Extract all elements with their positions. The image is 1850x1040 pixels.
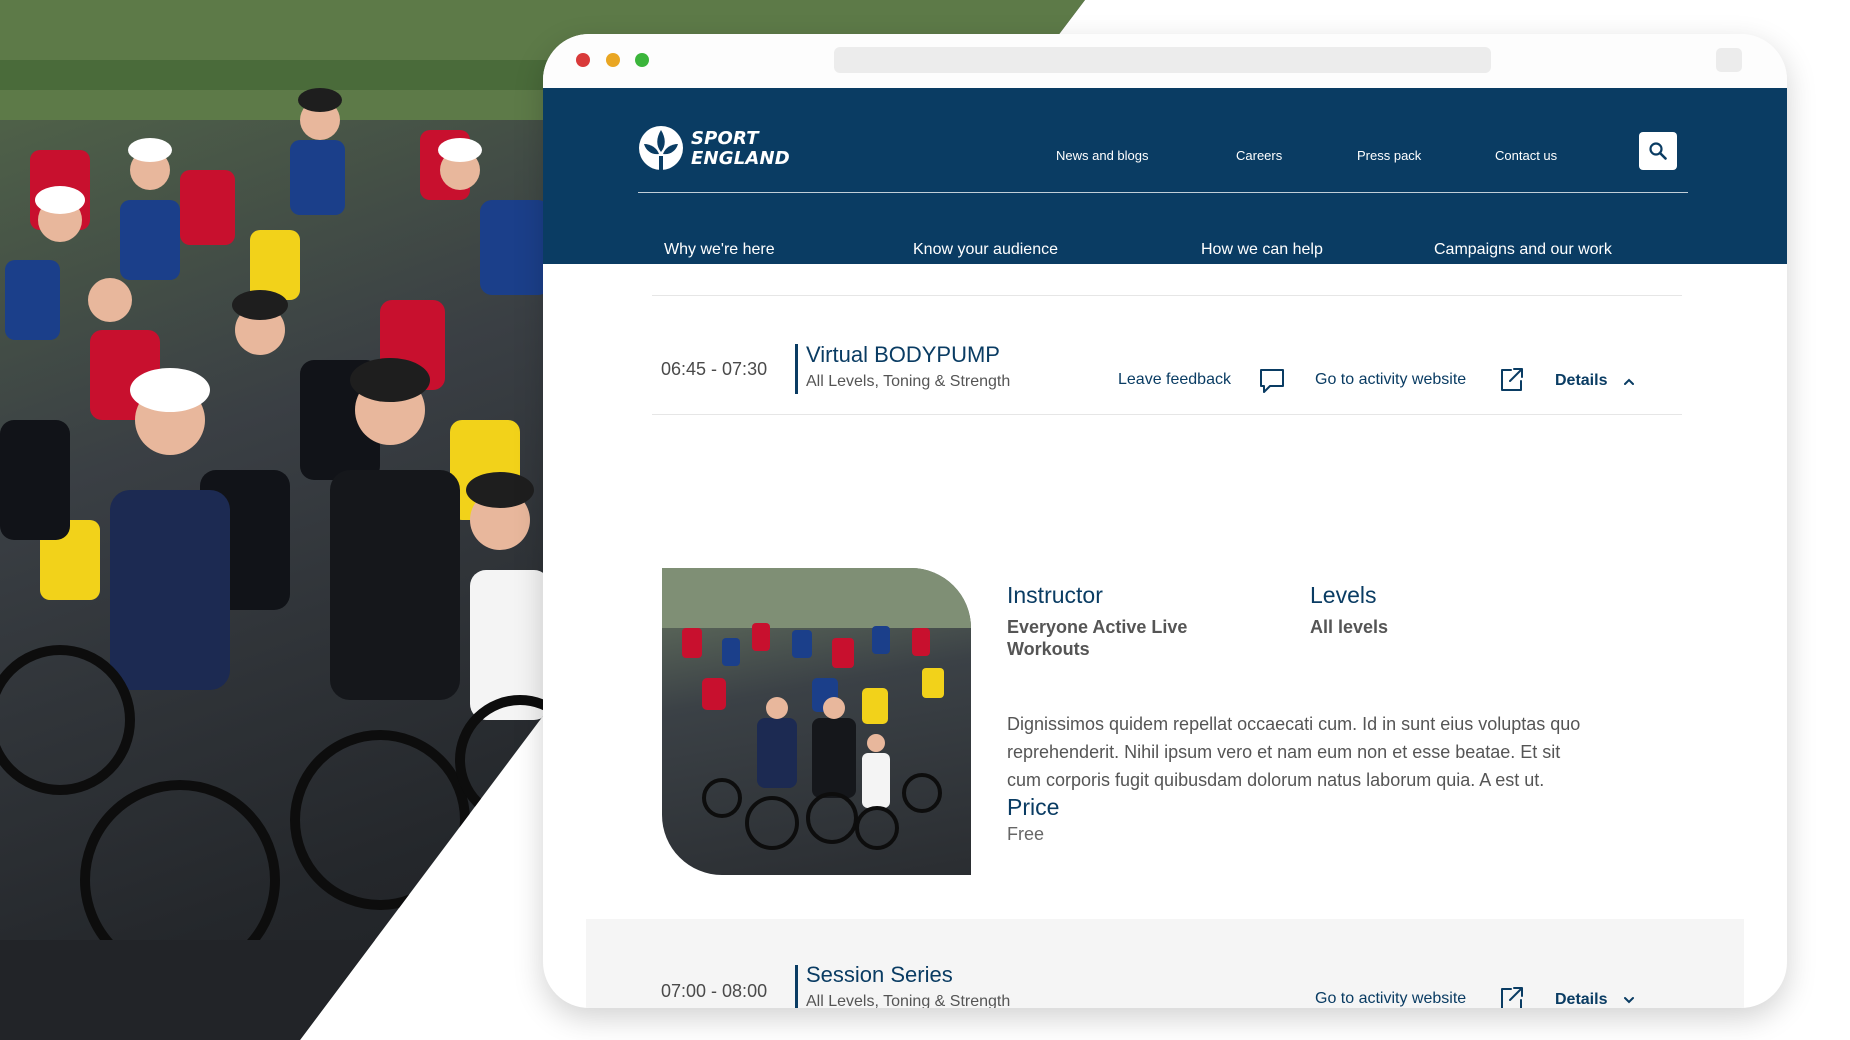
utility-link-careers[interactable]: Careers [1236,148,1282,163]
address-bar[interactable] [834,47,1491,73]
session-time: 07:00 - 08:00 [661,981,768,1001]
timetable-content: 06:45 - 07:30 Virtual BODYPUMP All Level… [543,264,1787,1008]
logo-wordmark: SPORT ENGLAND [691,129,790,169]
session-description: Dignissimos quidem repellat occaecati cu… [1007,714,1581,790]
window-maximize-dot[interactable] [635,53,649,67]
chevron-up-icon[interactable] [1624,378,1634,386]
levels-value: All levels [1310,617,1389,637]
session-subtitle: All Levels, Toning & Strength [806,993,1011,1008]
main-nav-campaigns[interactable]: Campaigns and our work [1434,241,1612,259]
row-divider [652,414,1682,415]
leave-feedback-link[interactable]: Leave feedback [1118,371,1231,389]
session-accent-bar [795,965,798,1008]
main-nav-why-were-here[interactable]: Why we're here [664,241,775,259]
search-button[interactable] [1639,132,1677,170]
price-label: Price [1007,794,1060,820]
window-minimize-dot[interactable] [606,53,620,67]
session-row: 07:00 - 08:00 Session Series All Levels,… [586,919,1744,1008]
utility-link-press-pack[interactable]: Press pack [1357,148,1421,163]
search-icon [1649,142,1667,160]
price-value: Free [1007,824,1045,844]
window-close-dot[interactable] [576,53,590,67]
utility-link-contact[interactable]: Contact us [1495,148,1557,163]
session-title: Session Series [806,962,953,987]
instructor-label: Instructor [1007,582,1103,608]
utility-link-news[interactable]: News and blogs [1056,148,1149,163]
instructor-value: Everyone Active Live Workouts [1007,617,1188,659]
session-subtitle: All Levels, Toning & Strength [806,373,1011,390]
levels-label: Levels [1310,582,1377,608]
row-divider [652,295,1682,296]
session-accent-bar [795,344,798,394]
main-nav-how-we-can-help[interactable]: How we can help [1201,241,1323,259]
activity-website-link[interactable]: Go to activity website [1315,371,1466,389]
browser-window: SPORT ENGLAND News and blogs Careers Pre… [543,34,1787,1008]
chevron-down-icon[interactable] [1624,996,1634,1004]
session-image [662,568,971,875]
details-toggle[interactable]: Details [1555,991,1607,1008]
browser-menu-button[interactable] [1716,48,1742,72]
activity-website-link[interactable]: Go to activity website [1315,990,1466,1008]
site-header: SPORT ENGLAND News and blogs Careers Pre… [543,88,1787,276]
session-time: 06:45 - 07:30 [661,359,768,379]
logo-mark-icon [639,126,683,170]
speech-bubble-icon[interactable] [1258,367,1286,395]
session-title: Virtual BODYPUMP [806,342,1000,367]
external-link-icon[interactable] [1497,985,1525,1008]
main-nav-know-your-audience[interactable]: Know your audience [913,241,1058,259]
session-image-illustration [662,568,971,850]
details-toggle[interactable]: Details [1555,372,1607,390]
logo-line-1: SPORT [691,128,759,149]
external-link-icon[interactable] [1497,366,1525,394]
logo-line-2: ENGLAND [691,148,790,169]
browser-chrome [543,34,1787,88]
sport-england-logo[interactable]: SPORT ENGLAND [638,124,798,172]
header-divider-top [638,192,1688,193]
